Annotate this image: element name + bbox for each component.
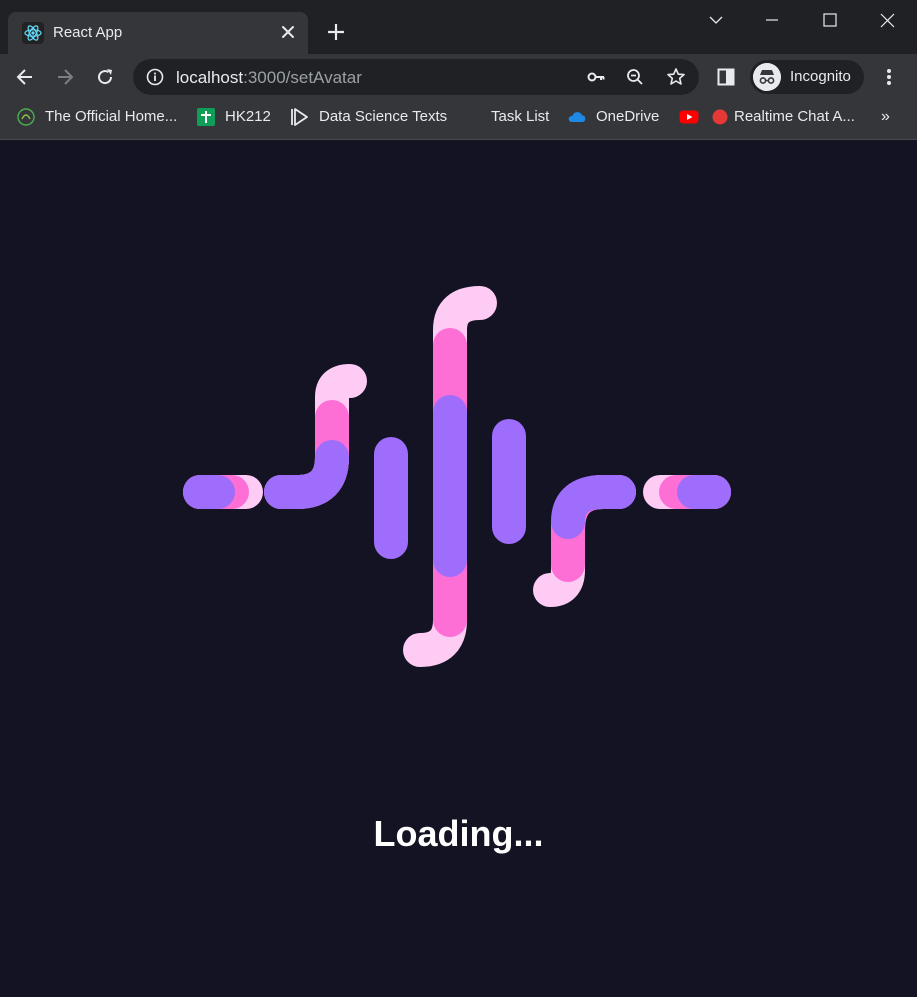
bookmark-item[interactable]: Realtime Chat A... <box>710 100 855 133</box>
title-bar: React App <box>0 0 917 54</box>
sprout-icon <box>17 107 35 126</box>
bookmark-item[interactable]: HK212 <box>196 100 271 133</box>
more-vert-icon <box>887 69 891 85</box>
url-text[interactable]: localhost:3000/setAvatar <box>176 68 362 88</box>
close-icon[interactable] <box>276 20 300 44</box>
bookmarks-overflow-button[interactable]: » <box>881 100 890 133</box>
audio-wave-loader-icon <box>183 286 731 667</box>
bookmark-item[interactable]: The Official Home... <box>16 100 177 133</box>
arrow-left-icon <box>16 69 32 85</box>
info-icon[interactable] <box>145 67 165 87</box>
minimize-button[interactable] <box>744 0 800 40</box>
star-icon <box>667 68 685 85</box>
arrow-right-icon <box>58 69 74 85</box>
browser-tab[interactable]: React App <box>8 12 308 54</box>
address-bar[interactable]: localhost:3000/setAvatar <box>133 59 699 95</box>
loading-text: Loading... <box>373 813 544 854</box>
react-icon <box>22 22 44 44</box>
bookmark-label: Data Science Texts <box>319 108 448 125</box>
bookmark-label: HK212 <box>225 108 271 125</box>
bookmark-item[interactable] <box>679 100 708 133</box>
chevron-down-icon <box>709 16 723 24</box>
overflow-chevron-icon: » <box>881 107 890 125</box>
tab-search-button[interactable] <box>688 0 744 40</box>
tab-title: React App <box>53 24 123 41</box>
minimize-icon <box>766 19 778 21</box>
url-host: localhost <box>176 68 244 87</box>
zoom-button[interactable] <box>625 67 645 87</box>
browser-chrome: React App localhost:3000/setAvatar Incog… <box>0 0 917 140</box>
youtube-icon <box>679 110 699 123</box>
red-dot-icon <box>712 109 728 124</box>
side-panel-icon <box>717 68 735 86</box>
page-content: Loading... <box>0 140 917 997</box>
incognito-icon <box>753 63 781 91</box>
incognito-label: Incognito <box>790 68 851 85</box>
password-button[interactable] <box>586 67 606 87</box>
maximize-button[interactable] <box>802 0 858 40</box>
maximize-icon <box>823 13 837 27</box>
close-icon <box>880 13 894 27</box>
bookmark-star-button[interactable] <box>666 67 686 87</box>
menu-button[interactable] <box>873 61 905 93</box>
toolbar: localhost:3000/setAvatar Incognito <box>0 54 917 100</box>
bookmark-item[interactable]: OneDrive <box>567 100 659 133</box>
bookmark-label: Task List <box>491 108 550 125</box>
zoom-out-icon <box>627 69 643 85</box>
play-outline-icon <box>291 107 308 126</box>
cloud-icon <box>568 111 586 122</box>
bookmark-item[interactable]: Task List <box>491 100 549 133</box>
reload-icon <box>98 69 113 85</box>
back-button[interactable] <box>9 61 41 93</box>
sheets-icon <box>197 107 215 126</box>
close-window-button[interactable] <box>859 0 915 40</box>
bookmark-label: OneDrive <box>596 108 660 125</box>
bookmark-item[interactable]: Data Science Texts <box>290 100 447 133</box>
key-icon <box>587 72 605 82</box>
plus-icon[interactable] <box>322 18 350 46</box>
reload-button[interactable] <box>89 61 121 93</box>
bookmark-label: Realtime Chat A... <box>734 108 855 125</box>
bookmark-label: The Official Home... <box>45 108 178 125</box>
url-path: :3000/setAvatar <box>243 68 362 87</box>
side-panel-button[interactable] <box>710 61 742 93</box>
bookmarks-bar: The Official Home... HK212 Data Science … <box>0 100 917 140</box>
forward-button[interactable] <box>49 61 81 93</box>
incognito-button[interactable]: Incognito <box>750 60 864 94</box>
